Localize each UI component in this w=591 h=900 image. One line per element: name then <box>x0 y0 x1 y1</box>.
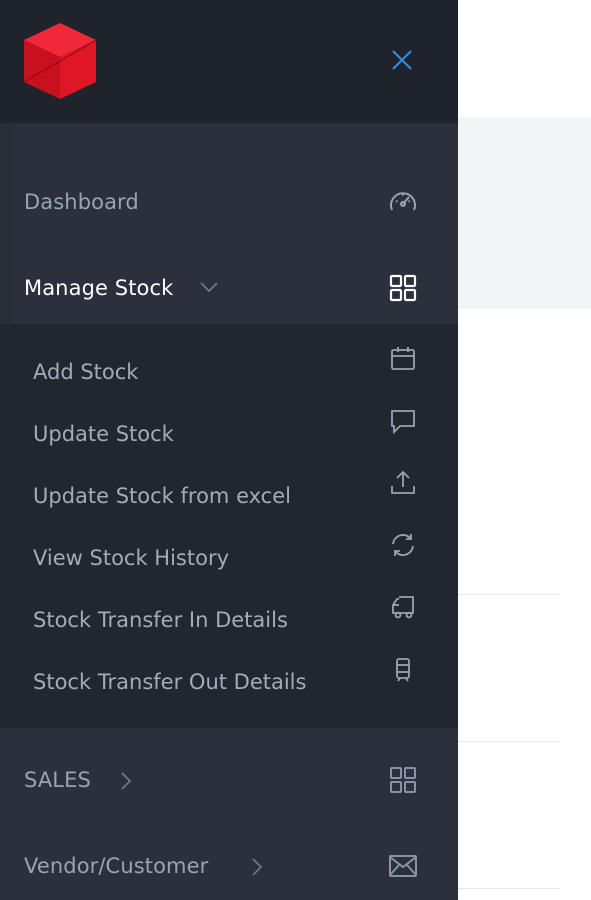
sidebar-item-vendor-customer[interactable]: Vendor/Customer <box>0 827 458 900</box>
truck-icon <box>386 590 420 624</box>
sidebar-item-manage-stock[interactable]: Manage Stock <box>0 249 458 327</box>
speedometer-icon <box>386 185 420 219</box>
submenu-item-label: Stock Transfer In Details <box>33 608 288 632</box>
chat-bubble-icon <box>386 404 420 438</box>
chevron-right-icon <box>120 771 132 791</box>
sidebar-brand <box>0 0 458 123</box>
refresh-icon <box>386 528 420 562</box>
submenu-item-label: Update Stock from excel <box>33 484 291 508</box>
sidebar-item-label: Manage Stock <box>24 276 174 300</box>
sidebar-item-label: Vendor/Customer <box>24 854 209 878</box>
sidebar-item-dashboard[interactable]: Dashboard <box>0 163 458 241</box>
close-icon[interactable] <box>384 42 420 78</box>
grid-icon <box>386 763 420 797</box>
chevron-right-icon <box>251 857 263 877</box>
submenu-item-label: Add Stock <box>33 360 139 384</box>
sidebar-drawer: Dashboard Manage Stock Add Stock Update … <box>0 0 458 900</box>
page-divider <box>458 741 560 742</box>
upload-icon <box>386 466 420 500</box>
submenu-item-label: Update Stock <box>33 422 174 446</box>
submenu-item-add-stock[interactable]: Add Stock <box>0 346 458 398</box>
submenu-item-update-stock-excel[interactable]: Update Stock from excel <box>0 470 458 522</box>
calendar-icon <box>386 342 420 376</box>
submenu-item-stock-transfer-in[interactable]: Stock Transfer In Details <box>0 594 458 646</box>
sidebar-item-label: SALES <box>24 768 91 792</box>
submenu-item-stock-transfer-out[interactable]: Stock Transfer Out Details <box>0 656 458 708</box>
submenu-item-label: View Stock History <box>33 546 230 570</box>
chevron-down-icon <box>199 281 219 293</box>
sidebar-item-sales[interactable]: SALES <box>0 741 458 819</box>
red-cube-logo-icon[interactable] <box>20 20 100 102</box>
submenu-item-view-stock-history[interactable]: View Stock History <box>0 532 458 584</box>
grid-icon <box>386 271 420 305</box>
envelope-icon <box>386 849 420 883</box>
page-header-band <box>458 117 591 309</box>
page-divider <box>458 594 560 595</box>
submenu-item-label: Stock Transfer Out Details <box>33 670 307 694</box>
page-divider <box>458 888 560 889</box>
manage-stock-submenu: Add Stock Update Stock Update Stock from… <box>0 324 458 728</box>
sidebar-item-label: Dashboard <box>24 190 139 214</box>
submenu-item-update-stock[interactable]: Update Stock <box>0 408 458 460</box>
tram-icon <box>386 652 420 686</box>
